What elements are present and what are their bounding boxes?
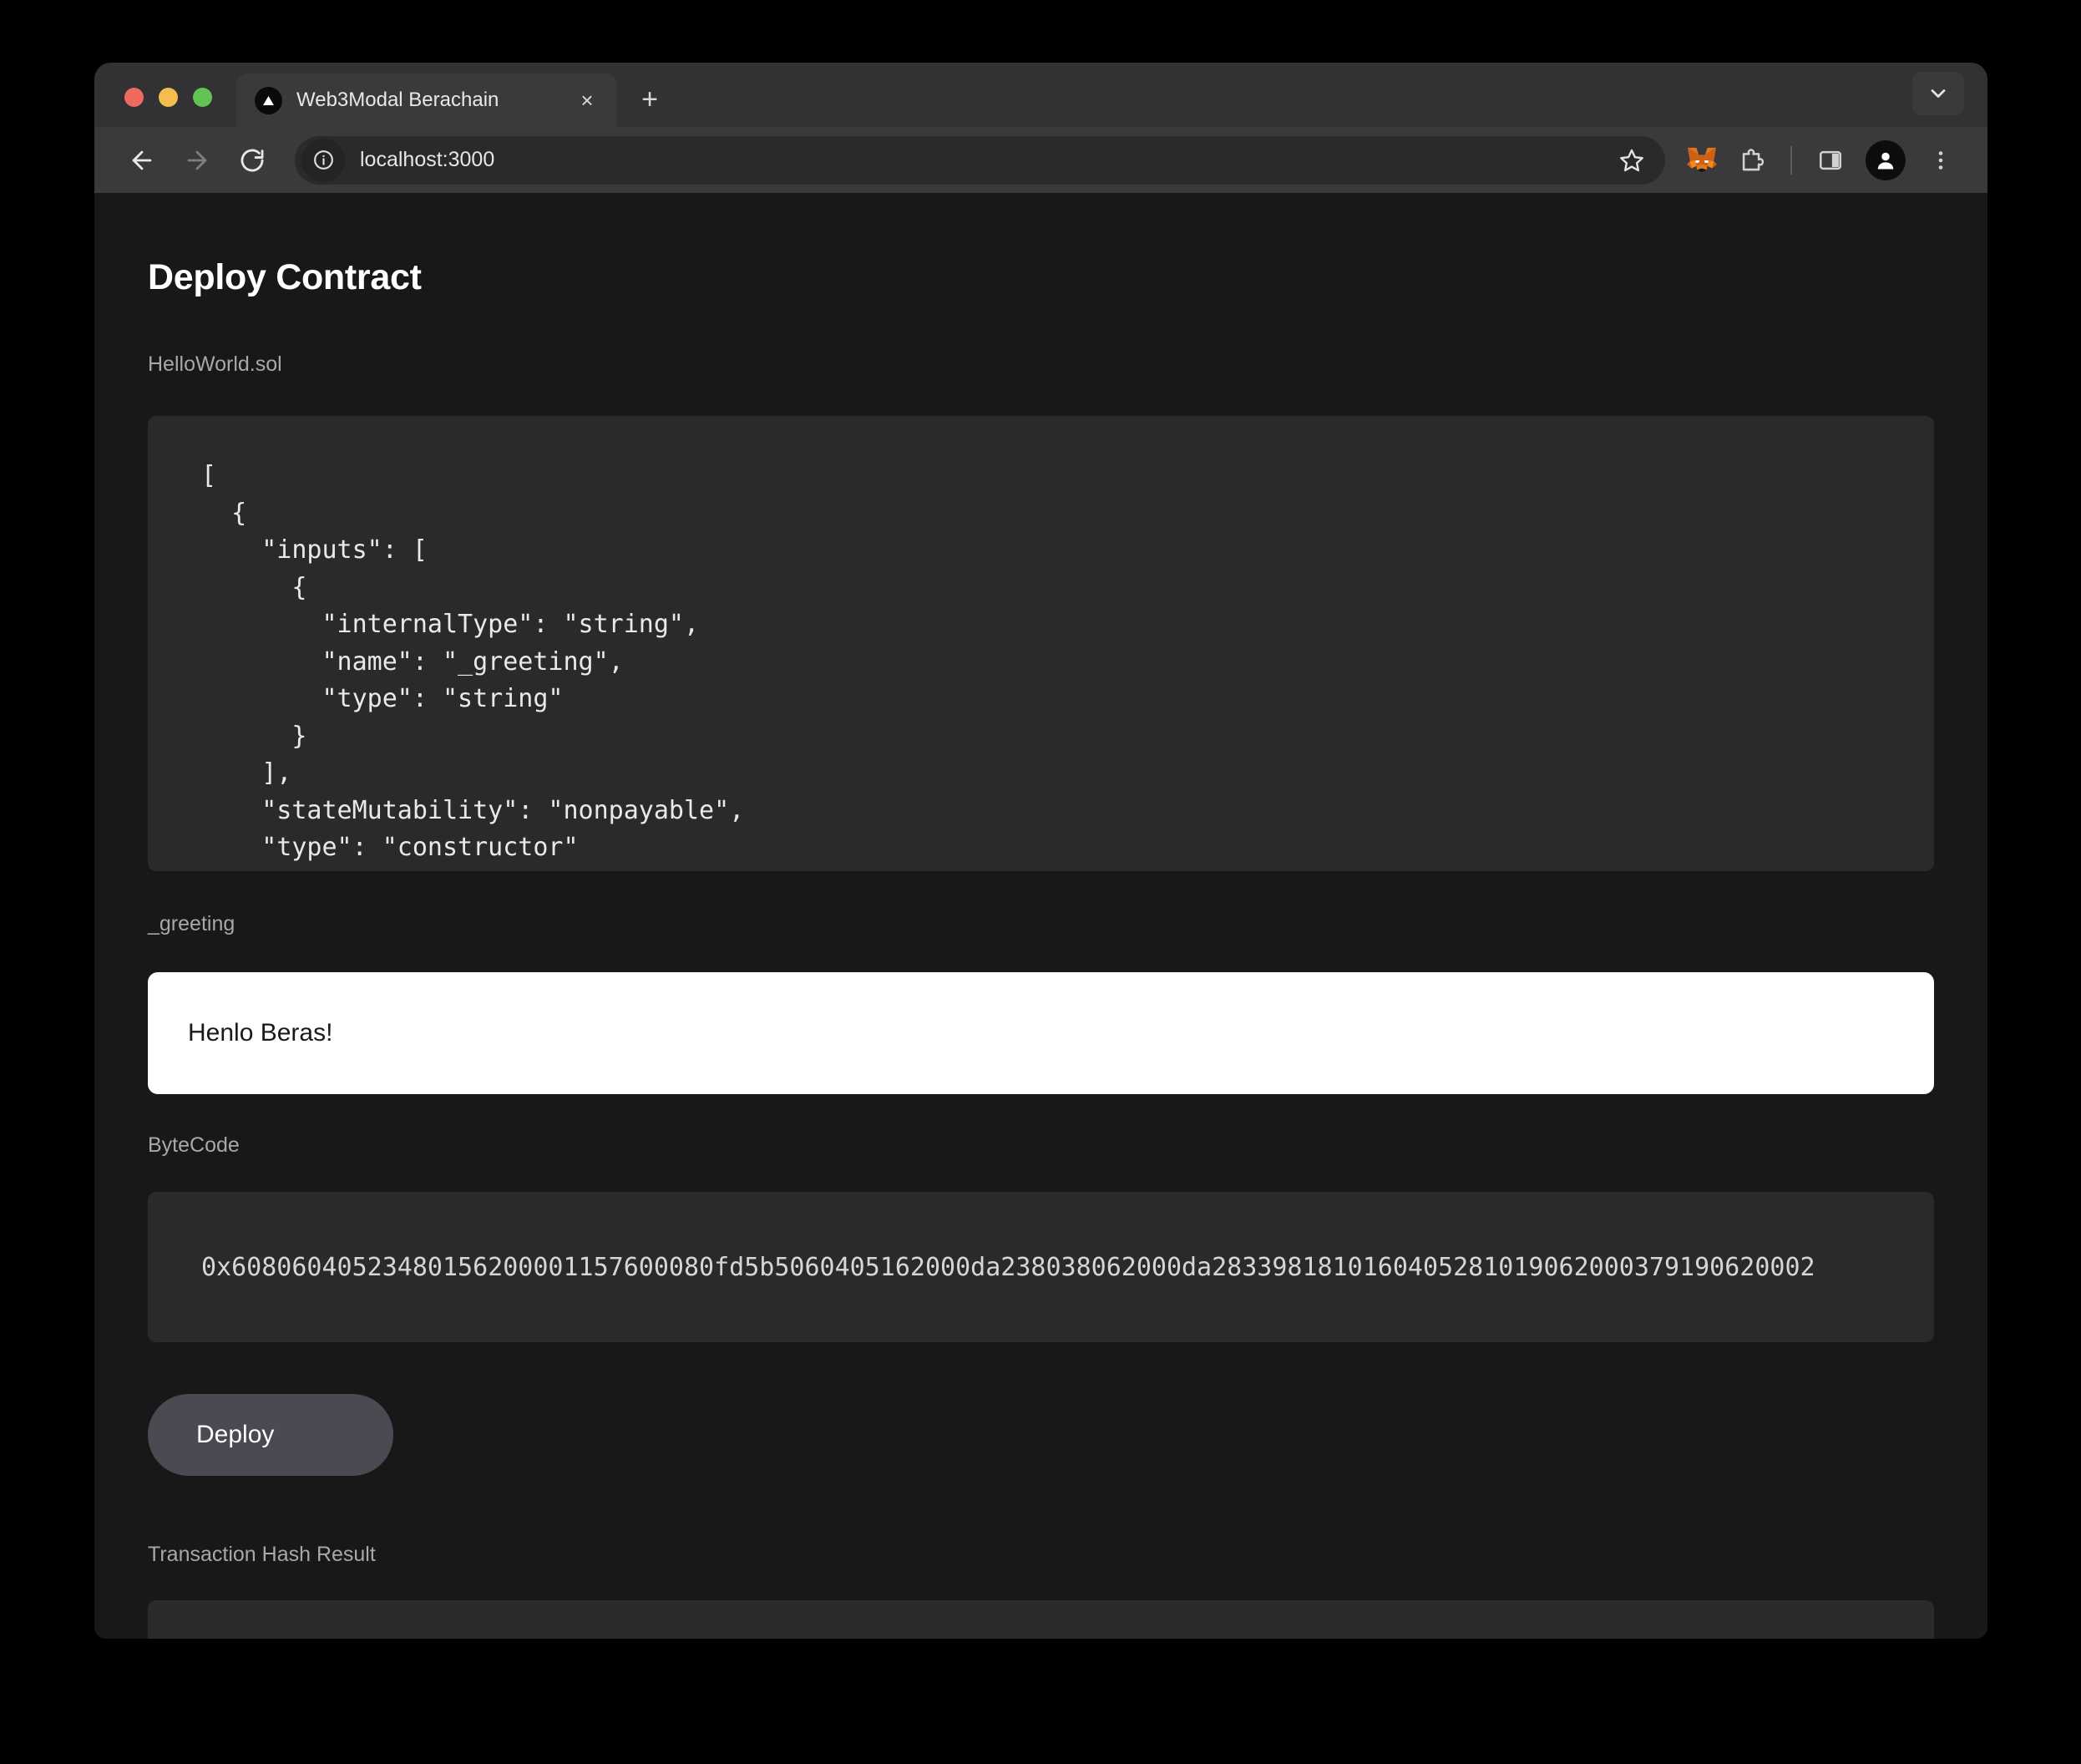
page-content: Deploy Contract HelloWorld.sol [ { "inpu… xyxy=(94,193,1987,1639)
window-traffic-lights xyxy=(94,88,212,127)
transaction-hash-result-box[interactable] xyxy=(148,1600,1934,1639)
bytecode-label: ByteCode xyxy=(148,1133,240,1157)
back-arrow-icon[interactable] xyxy=(116,134,168,186)
side-panel-icon[interactable] xyxy=(1807,137,1854,184)
address-bar[interactable]: localhost:3000 xyxy=(295,135,1665,185)
window-close-button[interactable] xyxy=(124,88,144,107)
forward-arrow-icon xyxy=(171,134,223,186)
greeting-input[interactable] xyxy=(148,972,1934,1094)
bytecode-box[interactable]: 0x60806040523480156200001157600080fd5b50… xyxy=(148,1192,1934,1342)
page-title: Deploy Contract xyxy=(148,257,422,297)
bytecode-text: 0x60806040523480156200001157600080fd5b50… xyxy=(201,1252,1815,1282)
close-icon[interactable]: × xyxy=(573,86,601,114)
browser-tab-title: Web3Modal Berachain xyxy=(296,89,499,111)
browser-toolbar: localhost:3000 xyxy=(94,127,1987,193)
metamask-fox-icon[interactable] xyxy=(1678,137,1725,184)
puzzle-piece-icon[interactable] xyxy=(1729,137,1775,184)
abi-file-label: HelloWorld.sol xyxy=(148,352,282,376)
three-dot-menu-icon[interactable] xyxy=(1917,137,1964,184)
star-icon[interactable] xyxy=(1610,139,1653,182)
abi-code-block[interactable]: [ { "inputs": [ { "internalType": "strin… xyxy=(148,416,1934,871)
browser-window: Web3Modal Berachain × + localhost:3000 D… xyxy=(94,63,1987,1639)
window-maximize-button[interactable] xyxy=(193,88,212,107)
tab-strip: Web3Modal Berachain × + xyxy=(94,63,1987,127)
chevron-down-icon[interactable] xyxy=(1912,72,1964,115)
abi-code-text: [ { "inputs": [ { "internalType": "strin… xyxy=(201,461,745,862)
toolbar-divider xyxy=(1790,145,1792,175)
deploy-button[interactable]: Deploy xyxy=(148,1394,393,1476)
browser-tab-active[interactable]: Web3Modal Berachain × xyxy=(236,74,616,127)
reload-icon[interactable] xyxy=(226,134,278,186)
person-avatar-icon[interactable] xyxy=(1866,139,1906,180)
transaction-hash-result-label: Transaction Hash Result xyxy=(148,1543,376,1566)
greeting-field-label: _greeting xyxy=(148,912,235,935)
info-circle-icon[interactable] xyxy=(301,138,345,182)
address-text: localhost:3000 xyxy=(360,148,495,171)
new-tab-button[interactable]: + xyxy=(628,78,671,121)
window-minimize-button[interactable] xyxy=(159,88,178,107)
triangle-up-icon xyxy=(255,86,282,114)
